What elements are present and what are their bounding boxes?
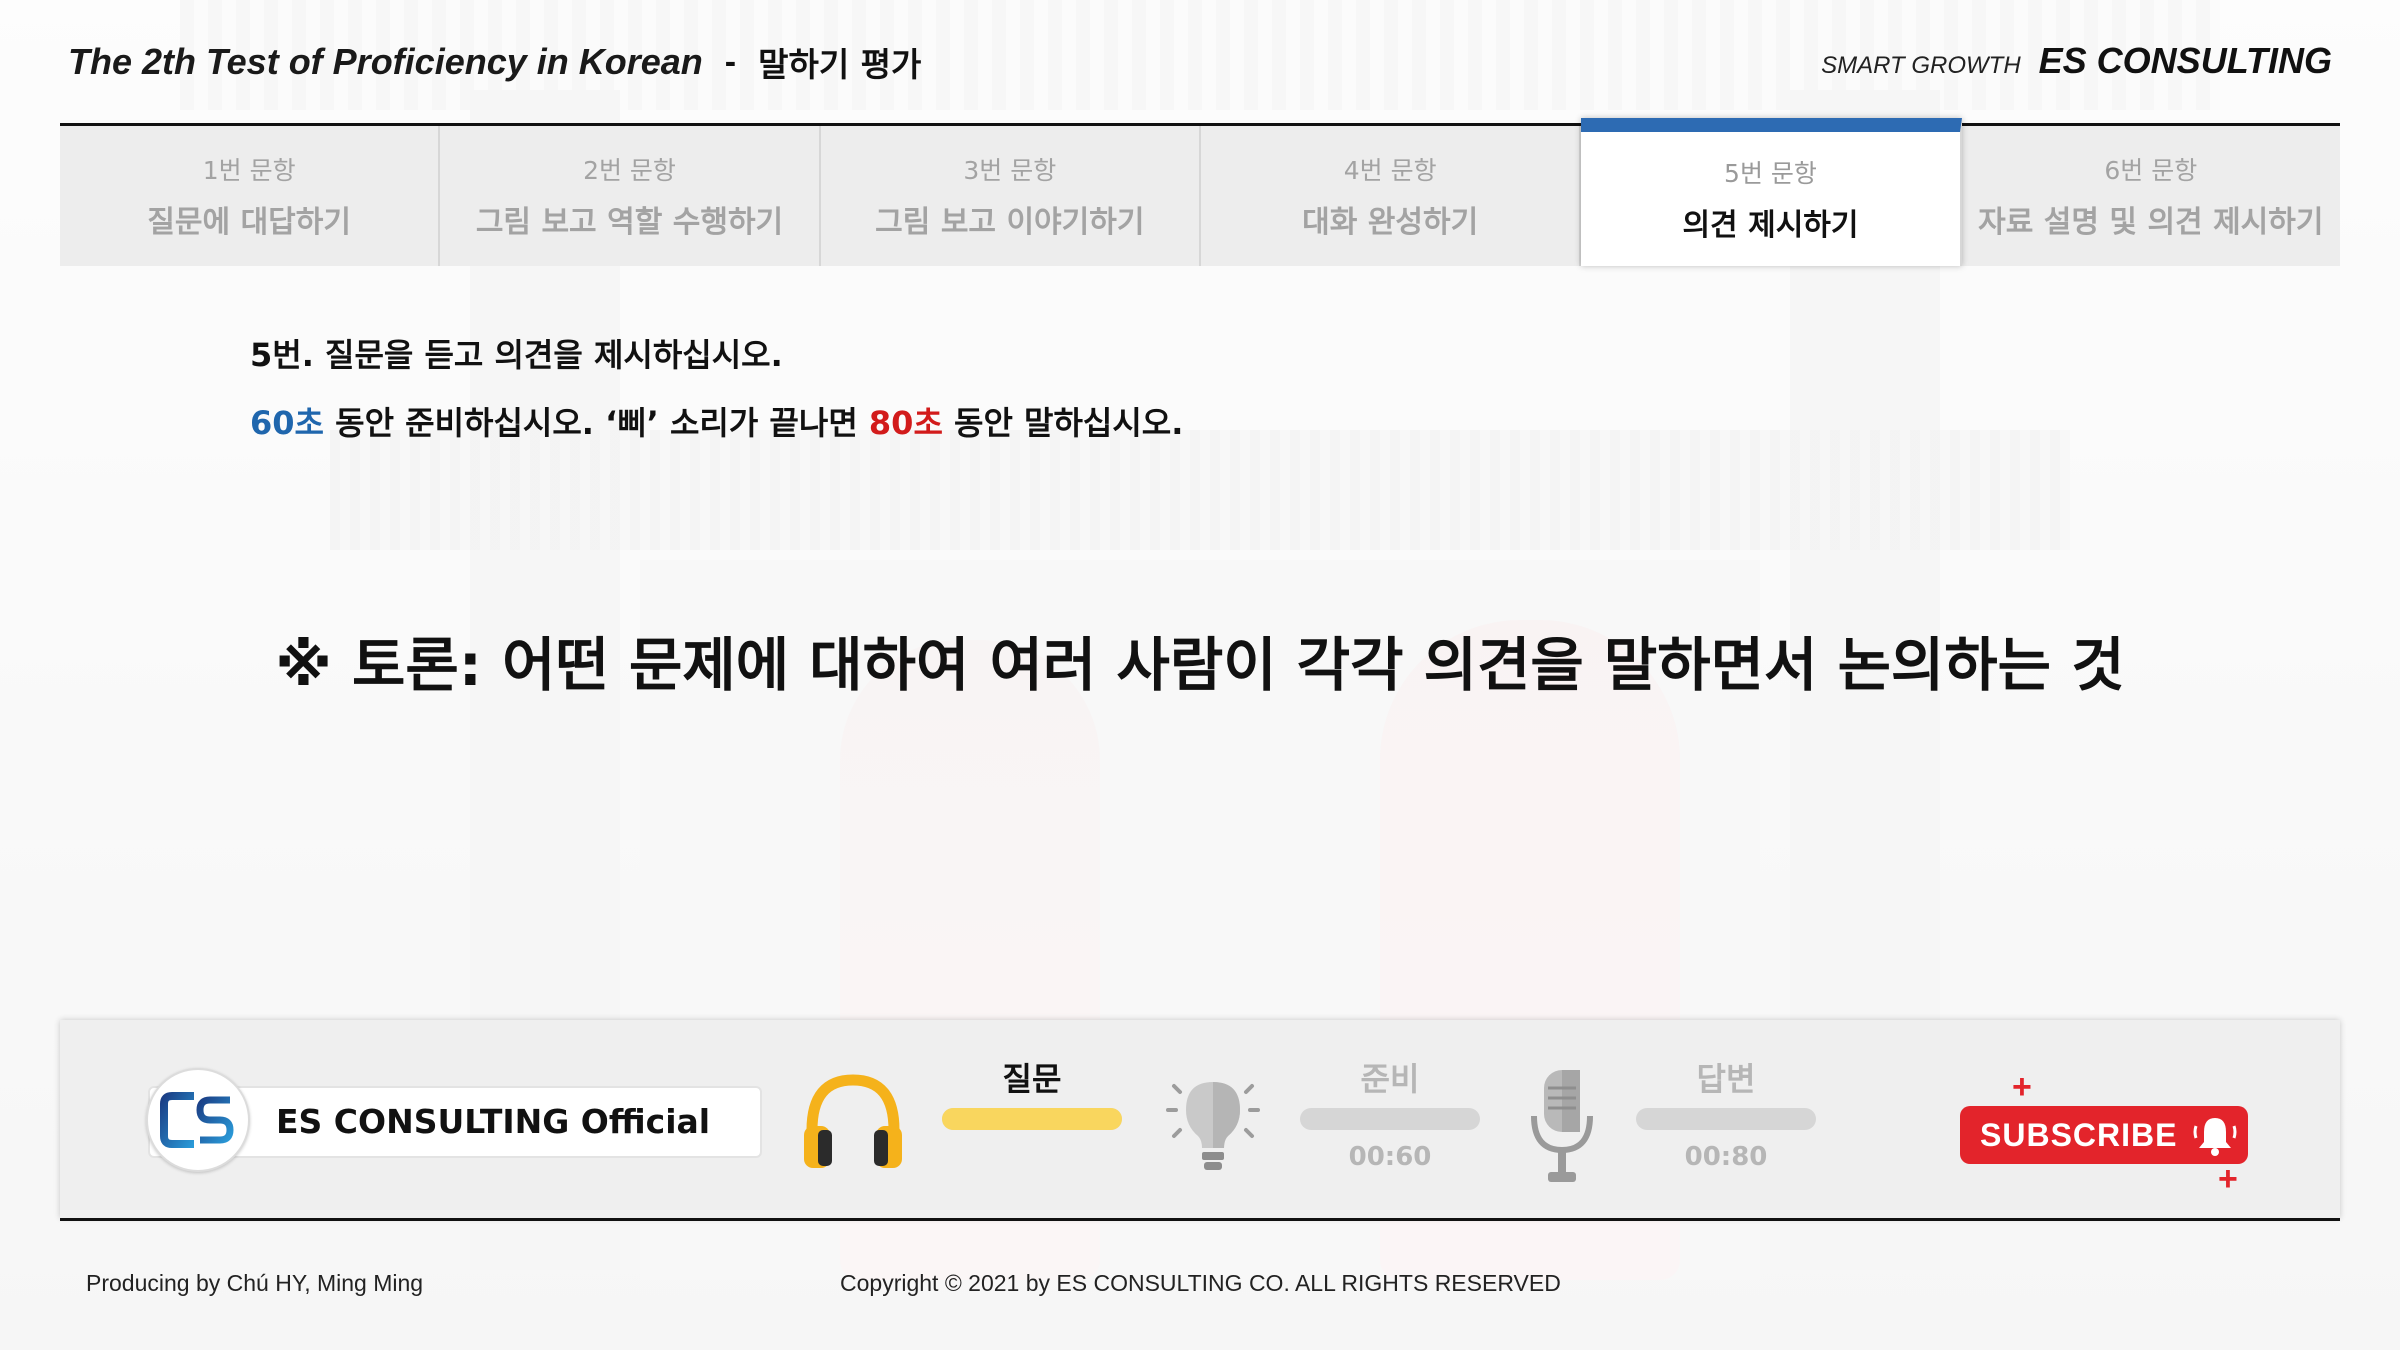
title-separator: - [724, 42, 737, 81]
instructions: 5번. 질문을 듣고 의견을 제시하십시오. 60초 동안 준비하십시오. ‘삐… [250, 330, 1183, 444]
step-question-label: 질문 [1002, 1060, 1062, 1098]
title-english: The 2th Test of Proficiency in Korean [68, 41, 703, 82]
tab-number: 5번 문항 [1724, 159, 1817, 188]
tab-number: 6번 문항 [2104, 156, 2198, 185]
page-title: The 2th Test of Proficiency in Korean - … [68, 38, 921, 86]
tab-title: 그림 보고 역할 수행하기 [475, 205, 784, 240]
control-bar: ES CONSULTING Official 질문 준비 00:60 답변 00… [60, 1020, 2340, 1218]
lightbulb-icon [1158, 1066, 1268, 1182]
copyright-notice: Copyright © 2021 by ES CONSULTING CO. AL… [840, 1270, 1561, 1296]
footer-divider [60, 1218, 2340, 1221]
title-korean: 말하기 평가 [758, 45, 922, 84]
tab-number: 1번 문항 [202, 156, 296, 185]
instruction-mid: 동안 준비하십시오. ‘삐’ 소리가 끝나면 [323, 404, 869, 442]
instruction-line-1: 5번. 질문을 듣고 의견을 제시하십시오. [250, 336, 783, 374]
tab-question-4[interactable]: 4번 문항 대화 완성하기 [1200, 126, 1582, 266]
step-answer-label: 답변 [1696, 1060, 1756, 1098]
microphone-icon [1522, 1064, 1602, 1188]
prepare-progress-bar [1300, 1108, 1480, 1130]
brand-name: ES CONSULTING [2038, 40, 2332, 81]
answer-timer: 00:80 [1684, 1142, 1768, 1172]
tab-number: 2번 문항 [583, 156, 676, 185]
instruction-line-2: 60초 동안 준비하십시오. ‘삐’ 소리가 끝나면 80초 동안 말하십시오. [250, 398, 1183, 444]
tab-number: 4번 문항 [1343, 156, 1437, 185]
tab-question-1[interactable]: 1번 문항 질문에 대답하기 [60, 126, 441, 266]
tab-title: 대화 완성하기 [1302, 205, 1479, 240]
tab-question-3[interactable]: 3번 문항 그림 보고 이야기하기 [820, 126, 1201, 266]
plus-icon: + [2218, 1160, 2238, 1198]
tab-question-6[interactable]: 6번 문항 자료 설명 및 의견 제시하기 [1961, 126, 2340, 266]
bell-icon[interactable] [2190, 1112, 2240, 1158]
instruction-end: 동안 말하십시오. [942, 404, 1184, 442]
tab-question-5[interactable]: 5번 문항 의견 제시하기 [1581, 118, 1962, 266]
tab-number: 3번 문항 [963, 156, 1057, 185]
tab-title: 의견 제시하기 [1682, 208, 1859, 243]
channel-name: ES CONSULTING Official [276, 1102, 711, 1141]
tab-title: 질문에 대답하기 [147, 205, 351, 240]
answer-time: 80초 [868, 404, 943, 442]
tab-title: 자료 설명 및 의견 제시하기 [1978, 205, 2324, 240]
question-tabs: 1번 문항 질문에 대답하기 2번 문항 그림 보고 역할 수행하기 3번 문항… [60, 118, 2340, 266]
tab-title: 그림 보고 이야기하기 [875, 205, 1145, 240]
producer-credit: Producing by Chú HY, Ming Ming [86, 1270, 424, 1296]
headphones-icon [798, 1068, 908, 1178]
brand-tagline: SMART GROWTH [1821, 52, 2021, 79]
step-prepare-label: 준비 [1360, 1060, 1420, 1098]
tab-question-2[interactable]: 2번 문항 그림 보고 역할 수행하기 [440, 126, 821, 266]
prepare-timer: 00:60 [1348, 1142, 1432, 1172]
definition-text: ※ 토론: 어떤 문제에 대하여 여러 사람이 각각 의견을 말하면서 논의하는… [275, 631, 2125, 699]
prep-time: 60초 [250, 404, 324, 442]
question-progress-bar [942, 1108, 1122, 1130]
es-logo-icon [146, 1068, 250, 1172]
subscribe-label: SUBSCRIBE [1980, 1116, 2178, 1153]
brand-logo: SMART GROWTH ES CONSULTING [1821, 40, 2332, 82]
plus-icon: + [2012, 1068, 2032, 1106]
answer-progress-bar [1636, 1108, 1816, 1130]
